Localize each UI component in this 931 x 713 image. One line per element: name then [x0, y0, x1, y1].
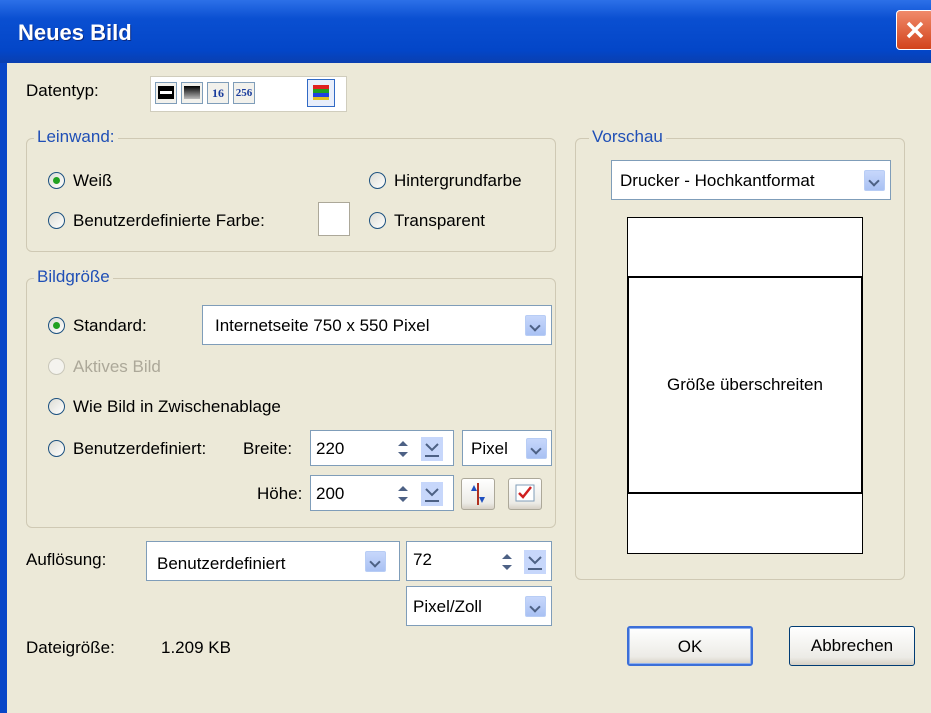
hintergrundfarbe-radio[interactable]: [369, 172, 386, 189]
weiss-label: Weiß: [73, 171, 113, 190]
dateigroesse-value: 1.209 KB: [161, 638, 231, 657]
einheit-select[interactable]: Pixel: [462, 430, 552, 466]
title-bar: [0, 0, 931, 63]
aufloesung-unit-value: Pixel/Zoll: [413, 597, 482, 616]
standard-radio[interactable]: [48, 317, 65, 334]
aufloesung-value: 72: [413, 550, 432, 569]
hoehe-input[interactable]: 200: [310, 475, 454, 511]
hoehe-value: 200: [316, 484, 345, 503]
aktives-bild-label: Aktives Bild: [73, 357, 161, 376]
color-swatch[interactable]: [318, 202, 350, 236]
datentyp-truecolor-button[interactable]: [307, 79, 335, 107]
datentyp-label: Datentyp:: [26, 81, 99, 100]
standard-label: Standard:: [73, 316, 147, 335]
aspect-lock-button[interactable]: [461, 478, 495, 510]
einheit-value: Pixel: [471, 439, 508, 458]
slider-dropdown-icon[interactable]: [524, 550, 546, 574]
dateigroesse-label: Dateigröße:: [26, 638, 115, 657]
leinwand-group: [26, 138, 556, 252]
datentyp-bw-button[interactable]: [155, 82, 177, 104]
vorschau-legend: Vorschau: [589, 127, 666, 147]
slider-dropdown-icon[interactable]: [421, 482, 443, 506]
aufloesung-mode-select[interactable]: Benutzerdefiniert: [146, 541, 400, 581]
abbrechen-button[interactable]: Abbrechen: [789, 626, 915, 666]
datentyp-256-button[interactable]: 256: [233, 82, 255, 104]
standard-size-select[interactable]: Internetseite 750 x 550 Pixel: [202, 305, 552, 345]
window-border: [0, 63, 7, 713]
zwischenablage-label: Wie Bild in Zwischenablage: [73, 397, 281, 416]
zwischenablage-radio[interactable]: [48, 398, 65, 415]
grayscale-icon: [184, 86, 200, 99]
chevron-down-icon[interactable]: [526, 438, 547, 459]
chevron-down-icon[interactable]: [864, 170, 885, 191]
aufloesung-value-input[interactable]: 72: [406, 541, 552, 581]
aufloesung-mode-value: Benutzerdefiniert: [157, 554, 286, 573]
aktives-bild-radio: [48, 358, 65, 375]
datentyp-16-button[interactable]: 16: [207, 82, 229, 104]
chevron-down-icon[interactable]: [525, 596, 546, 617]
spin-updown-icon[interactable]: [393, 437, 413, 461]
checkmark-icon: [515, 484, 535, 502]
spin-updown-icon[interactable]: [497, 550, 517, 574]
vorschau-format-select[interactable]: Drucker - Hochkantformat: [611, 160, 891, 200]
benutzerdefiniert-label: Benutzerdefiniert:: [73, 439, 207, 458]
swap-arrows-icon: [471, 483, 485, 505]
window-title: Neues Bild: [18, 20, 132, 45]
bw-icon: [158, 86, 174, 99]
hoehe-label: Höhe:: [257, 484, 303, 503]
breite-value: 220: [316, 439, 345, 458]
benutzerdefinierte-farbe-label: Benutzerdefinierte Farbe:: [73, 211, 265, 230]
close-icon: [906, 21, 924, 39]
benutzerdefiniert-radio[interactable]: [48, 440, 65, 457]
chevron-down-icon[interactable]: [365, 551, 386, 572]
truecolor-icon: [313, 85, 329, 100]
maintain-ratio-button[interactable]: [508, 478, 542, 510]
breite-input[interactable]: 220: [310, 430, 454, 466]
weiss-radio[interactable]: [48, 172, 65, 189]
breite-label: Breite:: [243, 439, 293, 458]
hintergrundfarbe-label: Hintergrundfarbe: [394, 171, 522, 190]
aufloesung-label: Auflösung:: [26, 550, 107, 569]
aufloesung-unit-select[interactable]: Pixel/Zoll: [406, 586, 552, 626]
leinwand-legend: Leinwand:: [34, 127, 118, 147]
close-button[interactable]: [896, 10, 931, 50]
vorschau-format-value: Drucker - Hochkantformat: [620, 171, 815, 190]
datentyp-gray-button[interactable]: [181, 82, 203, 104]
spin-updown-icon[interactable]: [393, 482, 413, 506]
benutzerdefinierte-farbe-radio[interactable]: [48, 212, 65, 229]
transparent-label: Transparent: [394, 211, 486, 230]
transparent-radio[interactable]: [369, 212, 386, 229]
preview-message: Größe überschreiten: [667, 375, 823, 394]
chevron-down-icon[interactable]: [525, 315, 546, 336]
standard-size-value: Internetseite 750 x 550 Pixel: [215, 316, 430, 335]
ok-button[interactable]: OK: [627, 626, 753, 666]
slider-dropdown-icon[interactable]: [421, 437, 443, 461]
bildgroesse-legend: Bildgröße: [34, 267, 113, 287]
